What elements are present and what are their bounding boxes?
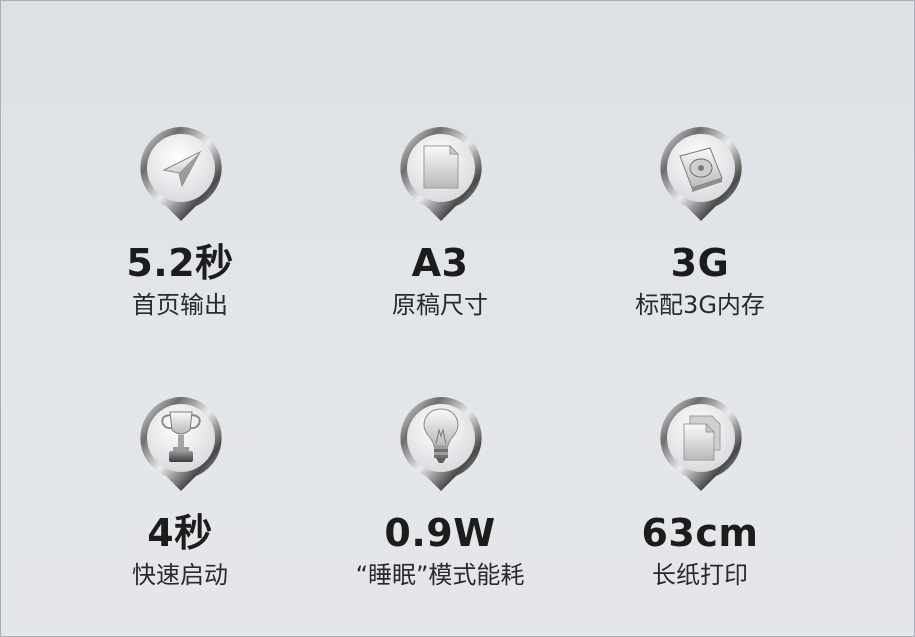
document-icon [423,144,460,189]
feature-value: 0.9W [384,511,496,555]
feature-label: 标配3G内存 [635,291,765,319]
badge [136,124,226,224]
light-bulb-icon [423,408,459,463]
badge [136,394,226,494]
badge [656,124,746,224]
feature-label: 首页输出 [132,291,228,319]
badge [396,124,486,224]
trophy-icon [161,411,201,462]
hard-drive-icon [679,147,723,192]
feature-label: 原稿尺寸 [392,291,488,319]
long-paper-icon [683,415,721,461]
feature-label: 快速启动 [132,561,228,589]
feature-label: “睡眠”模式能耗 [355,561,525,589]
paper-plane-icon [162,150,202,188]
feature-value: A3 [411,241,469,285]
feature-value: 3G [670,241,730,285]
feature-label: 长纸打印 [652,561,748,589]
feature-value: 63cm [641,511,759,555]
badge [656,394,746,494]
feature-value: 5.2秒 [126,241,234,285]
feature-value: 4秒 [147,511,213,555]
badge [396,394,486,494]
